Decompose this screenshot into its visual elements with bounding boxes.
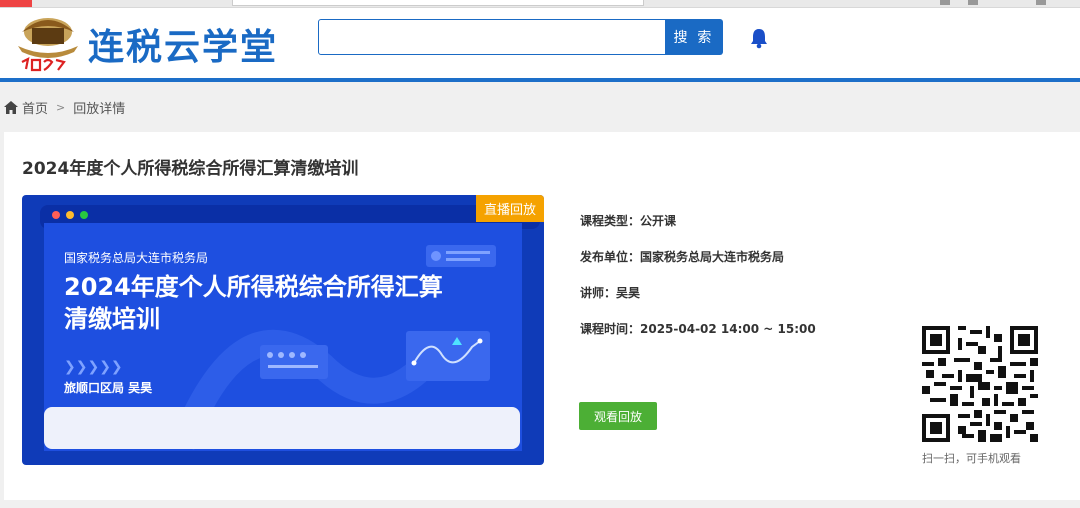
site-header: 连税云学堂 搜 索 bbox=[0, 8, 1080, 82]
menu-icon[interactable] bbox=[1036, 0, 1046, 5]
breadcrumb: 首页 > 回放详情 bbox=[4, 98, 125, 117]
site-title: 连税云学堂 bbox=[88, 27, 279, 68]
course-poster[interactable]: ❯❯❯❯❯ 直播回放 国家税务总局大连市税务局 2024年度个人所得税综合所得汇… bbox=[22, 195, 544, 465]
course-publisher: 发布单位：国家税务总局大连市税务局 bbox=[580, 250, 785, 264]
breadcrumb-home[interactable]: 首页 bbox=[22, 98, 48, 117]
poster-organization: 国家税务总局大连市税务局 bbox=[64, 251, 209, 265]
svg-text:❯❯❯❯❯: ❯❯❯❯❯ bbox=[64, 359, 123, 375]
course-panel: 2024年度个人所得税综合所得汇算清缴培训 ❯❯❯❯❯ 直播回放 国家税务总局大… bbox=[4, 132, 1080, 500]
qr-code-icon bbox=[922, 326, 1038, 442]
bell-icon[interactable] bbox=[749, 27, 769, 49]
poster-lecturer: 旅顺口区局 吴昊 bbox=[64, 381, 153, 395]
course-type: 课程类型：公开课 bbox=[580, 214, 677, 228]
breadcrumb-current: 回放详情 bbox=[73, 102, 126, 117]
course-time: 课程时间：2025-04-02 14:00 ~ 15:00 bbox=[580, 322, 816, 336]
browser-strip bbox=[0, 0, 1080, 8]
watch-replay-button[interactable]: 观看回放 bbox=[579, 402, 657, 430]
search-input[interactable] bbox=[318, 19, 666, 55]
browser-tab[interactable] bbox=[0, 0, 32, 7]
extension-icon[interactable] bbox=[940, 0, 950, 5]
site-logo-icon[interactable] bbox=[14, 10, 84, 78]
live-replay-badge: 直播回放 bbox=[475, 195, 544, 222]
course-lecturer: 讲师：吴昊 bbox=[580, 286, 641, 300]
qr-caption: 扫一扫，可手机观看 bbox=[922, 452, 1021, 465]
page-title: 2024年度个人所得税综合所得汇算清缴培训 bbox=[22, 159, 359, 179]
poster-title: 2024年度个人所得税综合所得汇算清缴培训 bbox=[64, 273, 443, 333]
search-button[interactable]: 搜 索 bbox=[665, 19, 723, 55]
home-icon bbox=[4, 101, 18, 114]
breadcrumb-separator: > bbox=[56, 101, 66, 114]
address-bar[interactable] bbox=[232, 0, 644, 6]
extension-icon[interactable] bbox=[968, 0, 978, 5]
